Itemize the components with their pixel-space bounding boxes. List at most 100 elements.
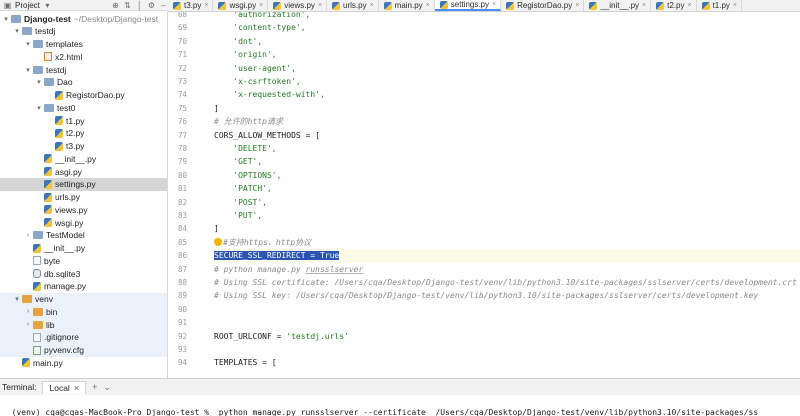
chevron-right-icon[interactable]: › bbox=[24, 232, 32, 239]
minimize-icon[interactable]: – bbox=[159, 1, 168, 10]
code-line[interactable]: 'PATCH', bbox=[214, 182, 800, 195]
editor-tab[interactable]: t2.py × bbox=[651, 0, 697, 11]
close-icon[interactable]: × bbox=[259, 2, 263, 9]
project-view-label[interactable]: Project bbox=[15, 1, 40, 10]
tree-item[interactable]: t2.py bbox=[0, 127, 167, 140]
tree-item[interactable]: › TestModel bbox=[0, 229, 167, 242]
code-token: 'origin', bbox=[214, 50, 277, 60]
chevron-down-icon[interactable]: ▾ bbox=[35, 78, 43, 86]
code-line[interactable]: 'dnt', bbox=[214, 35, 800, 48]
close-icon[interactable]: × bbox=[642, 2, 646, 9]
terminal-tab-label: Local bbox=[49, 382, 70, 393]
terminal-output[interactable]: (venv) cqa@cqas-MacBook-Pro Django-test … bbox=[0, 395, 800, 416]
code-line[interactable]: SECURE_SSL_REDIRECT = True bbox=[214, 249, 800, 263]
code-line[interactable]: 'user-agent', bbox=[214, 62, 800, 75]
editor-tab[interactable]: RegistorDao.py × bbox=[501, 0, 585, 11]
code-line[interactable]: TEMPLATES = [ bbox=[214, 356, 800, 369]
tree-item[interactable]: t1.py bbox=[0, 114, 167, 127]
code-line[interactable]: ] bbox=[214, 222, 800, 235]
chevron-down-icon[interactable]: ▾ bbox=[24, 40, 32, 48]
editor-tab[interactable]: views.py × bbox=[268, 0, 327, 11]
editor-tab[interactable]: settings.py × bbox=[434, 0, 502, 11]
chevron-down-icon[interactable]: ▾ bbox=[35, 104, 43, 112]
tree-item[interactable]: byte bbox=[0, 254, 167, 267]
collapse-icon[interactable]: ⇅ bbox=[123, 1, 132, 10]
code-line[interactable]: # 允许的http请求 bbox=[214, 115, 800, 128]
python-file-icon bbox=[44, 167, 52, 176]
tree-item[interactable]: wsgi.py bbox=[0, 216, 167, 229]
gear-icon[interactable]: ⚙ bbox=[147, 1, 156, 10]
editor-tab[interactable]: urls.py × bbox=[327, 0, 379, 11]
close-icon[interactable]: × bbox=[74, 383, 79, 393]
code-line[interactable]: 'DELETE', bbox=[214, 142, 800, 155]
tree-item[interactable]: ▾ testdj bbox=[0, 63, 167, 76]
tree-item[interactable]: manage.py bbox=[0, 280, 167, 293]
close-icon[interactable]: × bbox=[575, 2, 579, 9]
close-icon[interactable]: × bbox=[492, 1, 496, 8]
tree-item[interactable]: t3.py bbox=[0, 140, 167, 153]
tree-item[interactable]: __init__.py bbox=[0, 152, 167, 165]
editor-tab[interactable]: main.py × bbox=[379, 0, 435, 11]
code-line[interactable]: 'origin', bbox=[214, 48, 800, 61]
tree-item[interactable]: › lib bbox=[0, 318, 167, 331]
editor-tab[interactable]: t1.py × bbox=[697, 0, 743, 11]
tree-item[interactable]: settings.py bbox=[0, 177, 167, 191]
code-line[interactable]: # Using SSL key: /Users/cqa/Desktop/Djan… bbox=[214, 289, 800, 302]
code-line[interactable]: ROOT_URLCONF = 'testdj.urls' bbox=[214, 330, 800, 343]
chevron-right-icon[interactable]: › bbox=[24, 308, 32, 315]
tree-item[interactable]: › bin bbox=[0, 305, 167, 319]
tree-item[interactable]: ▾ test0 bbox=[0, 101, 167, 114]
code-line[interactable]: #支持https、http协议 bbox=[214, 236, 800, 249]
close-icon[interactable]: × bbox=[204, 2, 208, 9]
tree-item[interactable]: main.py bbox=[0, 356, 167, 369]
lightbulb-icon[interactable] bbox=[214, 238, 222, 247]
code-line[interactable]: 'OPTIONS', bbox=[214, 169, 800, 182]
chevron-right-icon[interactable]: › bbox=[24, 321, 32, 328]
editor-tab-label: RegistorDao.py bbox=[517, 1, 573, 10]
tree-item[interactable]: ▾ templates bbox=[0, 38, 167, 51]
chevron-down-icon[interactable]: ▾ bbox=[24, 66, 32, 74]
add-icon[interactable]: + bbox=[92, 382, 97, 392]
editor-tab[interactable]: t3.py × bbox=[168, 0, 214, 11]
tree-item[interactable]: db.sqlite3 bbox=[0, 267, 167, 280]
chevron-down-icon[interactable]: ▾ bbox=[2, 15, 10, 23]
code-line[interactable]: 'POST', bbox=[214, 196, 800, 209]
tree-item[interactable]: views.py bbox=[0, 203, 167, 216]
editor-tab[interactable]: wsgi.py × bbox=[213, 0, 269, 11]
tree-item[interactable]: ▾ Dao bbox=[0, 76, 167, 89]
tree-item[interactable]: ▾ venv bbox=[0, 292, 167, 306]
close-icon[interactable]: × bbox=[687, 2, 691, 9]
chevron-down-icon[interactable]: ⌄ bbox=[103, 382, 111, 393]
code-editor[interactable]: 68 69 70 71 72 73 74 75 76 77 78 79 80 81 82 83 84 85 86 87… bbox=[168, 12, 800, 378]
tree-item[interactable]: ▾ Django-test ~/Desktop/Django-test bbox=[0, 12, 167, 25]
code-line[interactable]: 'x-csrftoken', bbox=[214, 75, 800, 88]
code-line[interactable]: CORS_ALLOW_METHODS = [ bbox=[214, 129, 800, 142]
tree-item[interactable]: urls.py bbox=[0, 191, 167, 204]
code-line[interactable]: 'x-requested-with', bbox=[214, 88, 800, 101]
editor-tab[interactable]: __init__.py × bbox=[584, 0, 652, 11]
code-line[interactable]: # python manage.py runsslserver bbox=[214, 263, 800, 276]
chevron-down-icon[interactable]: ▾ bbox=[13, 295, 21, 303]
tree-item[interactable]: RegistorDao.py bbox=[0, 89, 167, 102]
tree-item[interactable]: __init__.py bbox=[0, 242, 167, 255]
close-icon[interactable]: × bbox=[426, 2, 430, 9]
code-line[interactable]: 'PUT', bbox=[214, 209, 800, 222]
close-icon[interactable]: × bbox=[318, 2, 322, 9]
tree-item[interactable]: ▾ testdj bbox=[0, 25, 167, 38]
close-icon[interactable]: × bbox=[370, 2, 374, 9]
code-line[interactable]: 'GET', bbox=[214, 155, 800, 168]
tree-item[interactable]: .gitignore bbox=[0, 330, 167, 344]
tree-item[interactable]: pyvenv.cfg bbox=[0, 343, 167, 357]
tree-item[interactable]: x2.html bbox=[0, 50, 167, 63]
code-line[interactable]: 'content-type', bbox=[214, 21, 800, 34]
chevron-down-icon[interactable]: ▾ bbox=[13, 27, 21, 35]
close-icon[interactable]: × bbox=[733, 2, 737, 9]
chevron-down-icon[interactable]: ▾ bbox=[43, 1, 52, 10]
tree-item[interactable]: asgi.py bbox=[0, 165, 167, 178]
terminal-tab-local[interactable]: Local × bbox=[42, 380, 87, 394]
code-line[interactable]: 'authorization', bbox=[214, 12, 800, 21]
project-view-icon[interactable]: ▣ bbox=[3, 1, 12, 10]
code-line[interactable]: # Using SSL certificate: /Users/cqa/Desk… bbox=[214, 276, 800, 289]
add-icon[interactable]: ⊕ bbox=[111, 1, 120, 10]
code-line[interactable]: ] bbox=[214, 102, 800, 115]
